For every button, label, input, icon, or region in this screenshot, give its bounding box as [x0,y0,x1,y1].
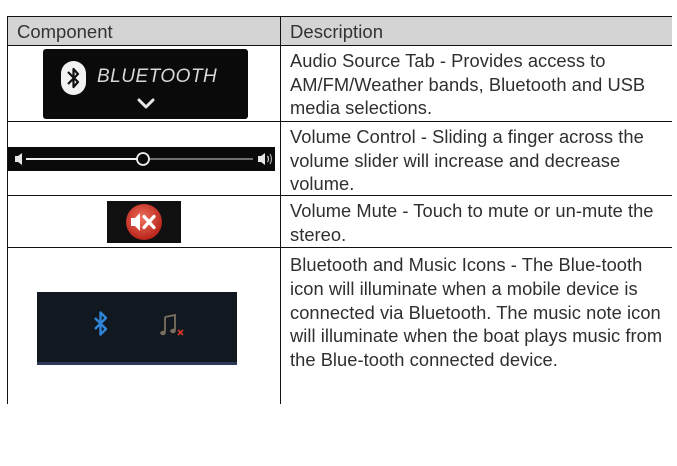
table-row: Bluetooth and Music Icons - The Blue-too… [8,248,672,404]
table-row: BLUETOOTH Audio Source Tab - Provides ac… [8,46,672,122]
volume-slider-knob [136,152,150,166]
volume-slider-image [8,147,275,171]
volume-high-icon [258,153,273,165]
bluetooth-music-icons-image [37,292,237,365]
header-description: Description [290,21,384,42]
audio-source-tab-image: BLUETOOTH [43,49,248,119]
header-component: Component [8,17,281,45]
component-cell [8,122,281,195]
volume-mute-image [107,201,181,243]
bluetooth-icon [94,311,108,336]
volume-low-icon [15,153,22,165]
description-cell: Bluetooth and Music Icons - The Blue-too… [290,254,663,371]
description-cell: Audio Source Tab - Provides access to AM… [290,50,646,119]
component-cell: BLUETOOTH [8,46,281,121]
chevron-down-icon [137,98,155,109]
bluetooth-badge-icon [61,61,86,95]
component-cell [8,248,281,404]
table-row: Volume Control - Sliding a finger across… [8,122,672,196]
description-cell: Volume Mute - Touch to mute or un-mute t… [290,200,654,245]
bluetooth-tab-label: BLUETOOTH [97,66,218,87]
music-note-icon [160,313,184,336]
component-table: Component Description BLUETOOTH Audio So… [7,16,672,404]
table-header-row: Component Description [8,16,672,46]
description-cell: Volume Control - Sliding a finger across… [290,126,644,195]
table-row: Volume Mute - Touch to mute or un-mute t… [8,196,672,248]
component-cell [8,196,281,247]
